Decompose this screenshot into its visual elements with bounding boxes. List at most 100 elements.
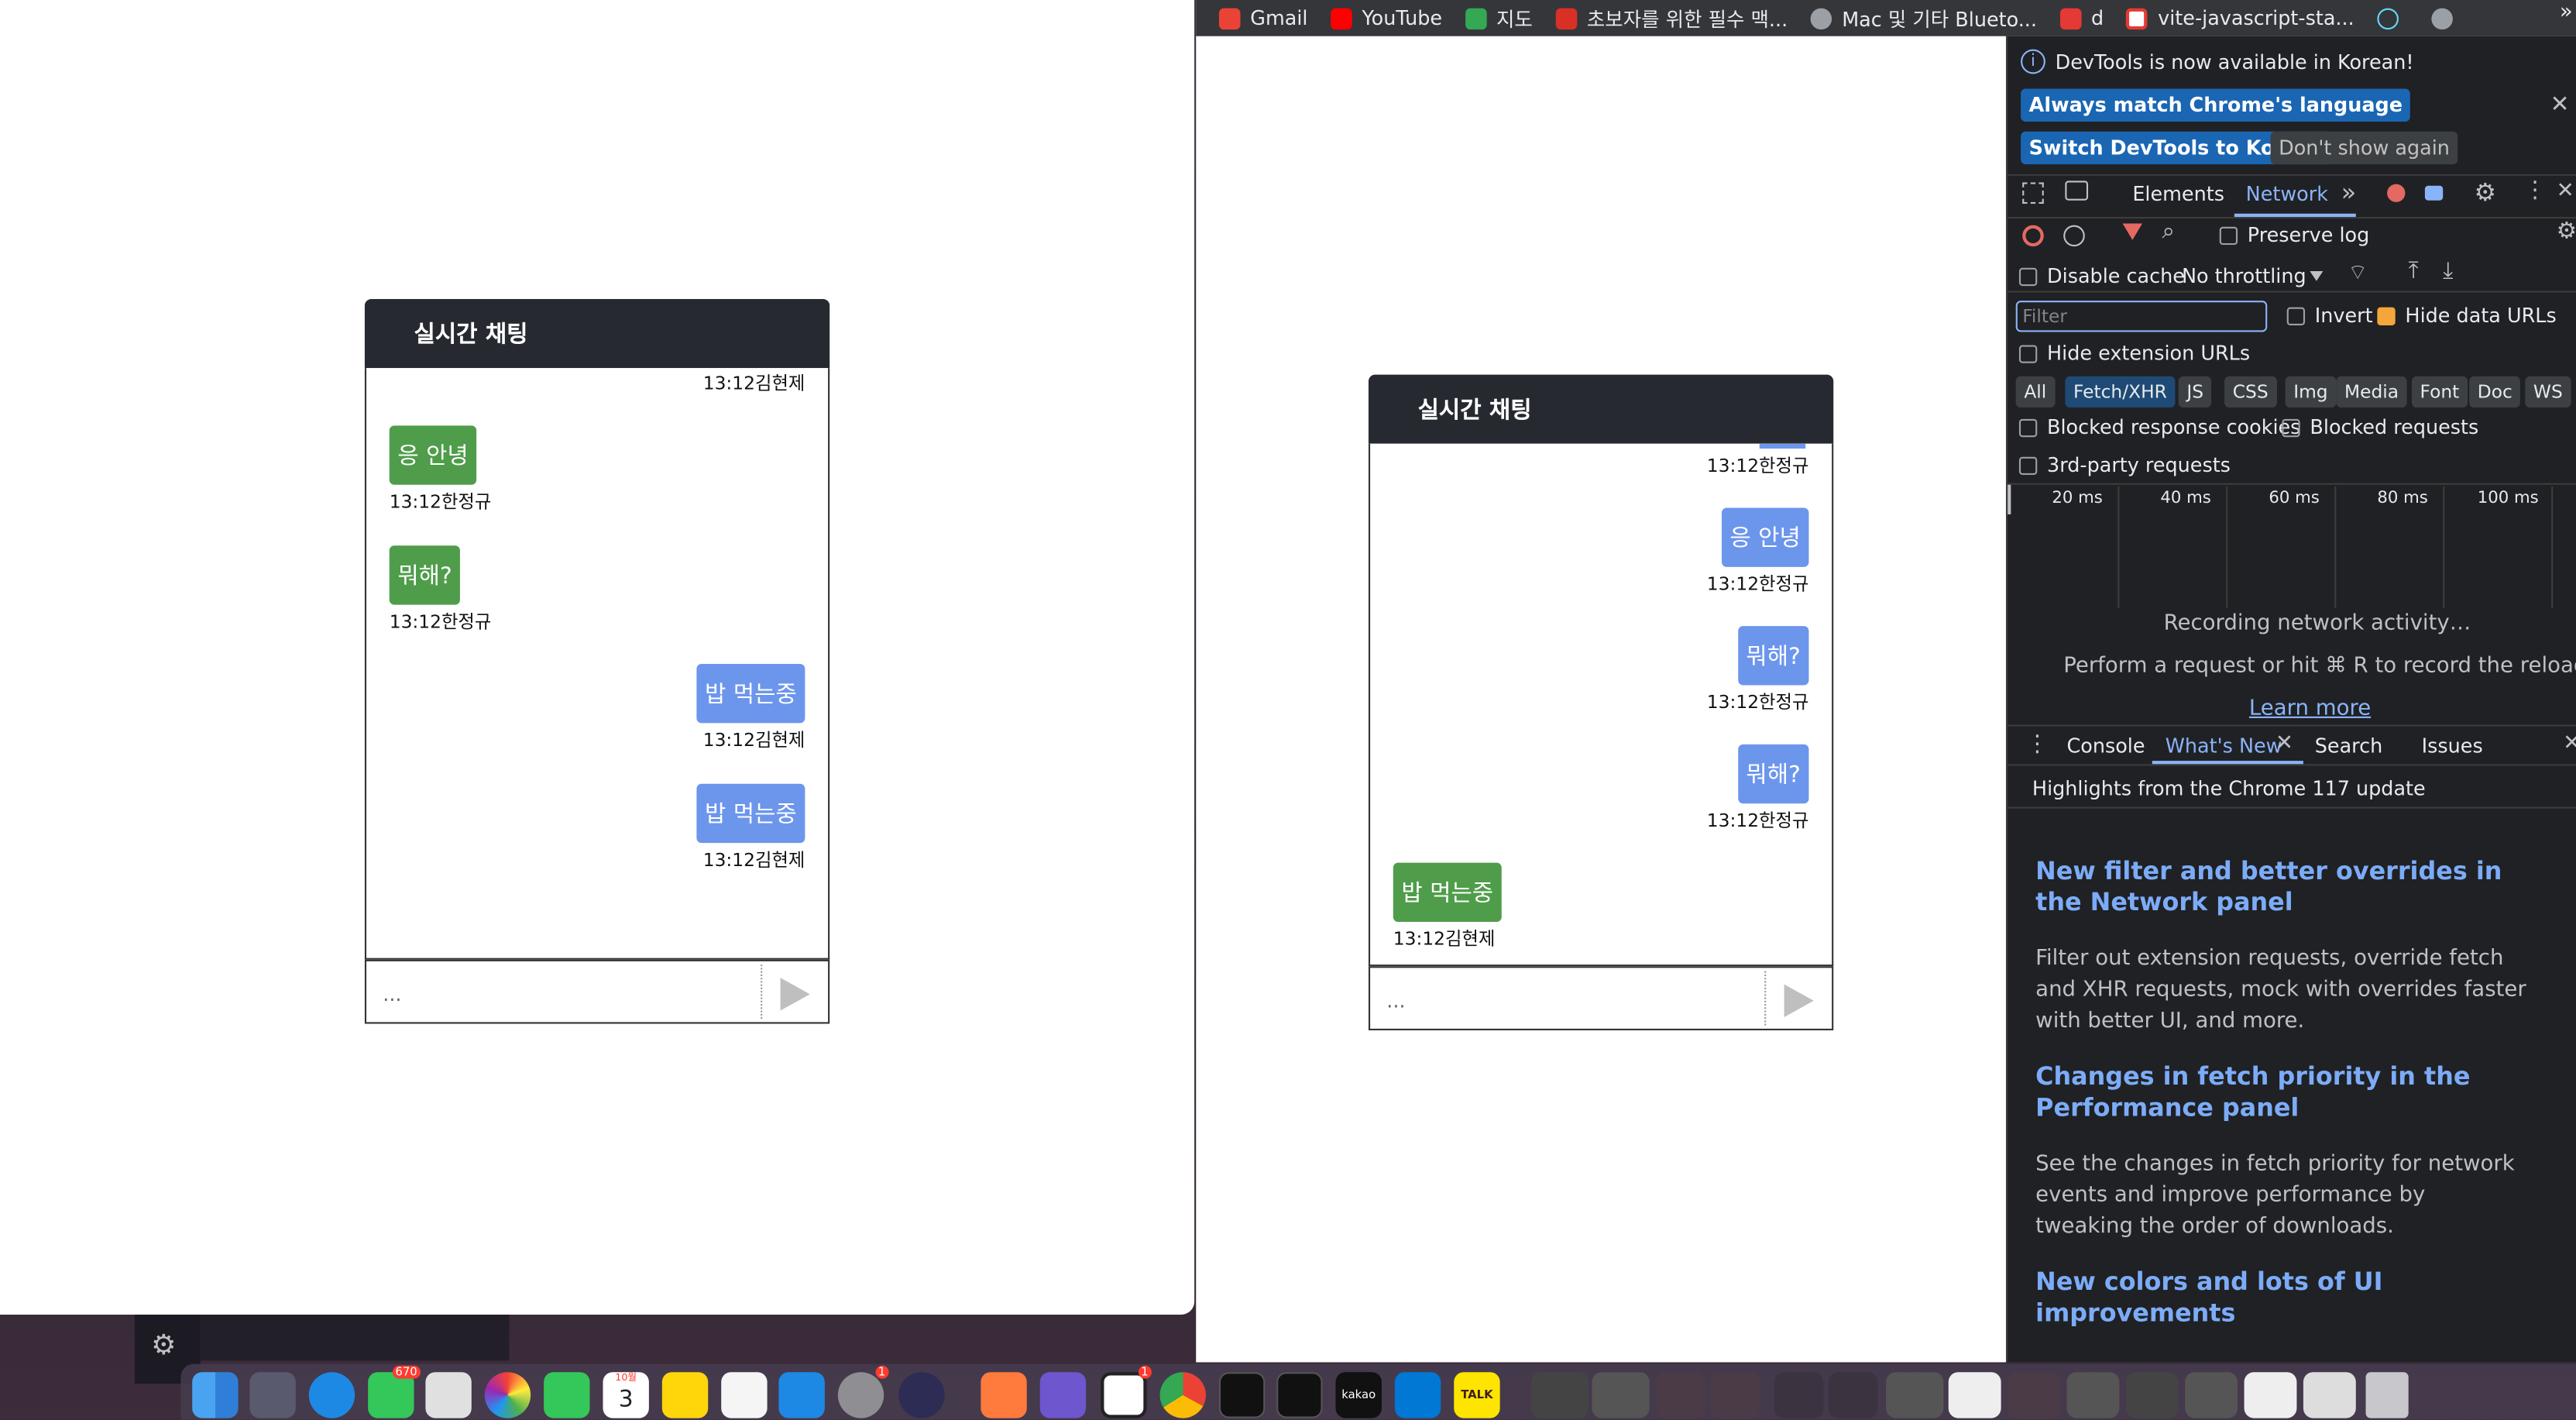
filter-chip-fetch-xhr[interactable]: Fetch/XHR [2065,376,2176,408]
always-match-language-button[interactable]: Always match Chrome's language [2021,88,2411,122]
learn-more-link[interactable]: Learn more [2249,696,2371,721]
bookmark-maps[interactable]: 지도 [1455,0,1546,36]
chevron-down-icon[interactable] [2310,270,2324,281]
dock-window-thumbnail[interactable] [1828,1372,1878,1418]
terminal-icon[interactable] [1218,1372,1266,1418]
close-icon[interactable]: ✕ [2550,92,2570,119]
close-drawer-icon[interactable]: ✕ [2563,731,2576,756]
filter-chip-doc[interactable]: Doc [2469,376,2521,408]
search-icon[interactable]: ⌕ [2162,218,2175,245]
dock-window-thumbnail[interactable] [2125,1372,2179,1418]
bookmarks-overflow-button[interactable]: » [2560,0,2573,25]
disable-cache-checkbox[interactable] [2018,267,2038,287]
drawer-tab-search[interactable]: Search [2315,734,2382,758]
dock-window-thumbnail[interactable] [1592,1372,1650,1418]
notes-icon[interactable] [661,1372,709,1418]
import-har-icon[interactable]: ⤒ [2409,258,2419,284]
send-icon[interactable] [780,978,810,1011]
hide-data-urls-checkbox[interactable] [2377,307,2396,325]
settings-gear-icon[interactable]: ⚙ [151,1329,176,1362]
invert-checkbox[interactable] [2286,307,2306,325]
close-devtools-icon[interactable]: ✕ [2557,179,2574,204]
whats-new-title[interactable]: New colors and lots of UI improvements [2035,1267,2528,1329]
blocked-response-cookies-checkbox[interactable] [2018,418,2038,438]
dock-window-thumbnail[interactable] [2185,1372,2238,1418]
dock-window-thumbnail[interactable] [1710,1372,1760,1418]
bookmark-react[interactable] [2368,0,2422,36]
filter-chip-ws[interactable]: WS [2525,376,2571,408]
throttling-select[interactable]: No throttling [2182,265,2306,288]
export-har-icon[interactable]: ⤓ [2443,258,2453,284]
filter-chip-css[interactable]: CSS [2224,376,2277,408]
device-toolbar-icon[interactable] [2065,181,2089,201]
bookmark-globe[interactable] [2422,0,2476,36]
dock-window-thumbnail[interactable] [1948,1372,2001,1418]
filter-funnel-icon[interactable] [2122,223,2143,240]
inspect-element-icon[interactable] [2022,182,2044,205]
bookmark-apple-support[interactable]: Mac 및 기타 Blueto... [1801,0,2050,36]
chat-message-list[interactable]: 13:12한정규 응 안녕 13:12한정규 뭐해? 13:12한정규 뭐해? … [1368,443,1834,967]
bookmark-d[interactable]: d [2050,0,2117,36]
chat-message-list[interactable]: 13:12김현제 응 안녕 13:12한정규 뭐해? 13:12한정규 밥 먹는… [364,368,830,960]
kakaotalk-icon[interactable]: TALK [1454,1372,1500,1418]
filter-chip-font[interactable]: Font [2411,376,2468,408]
close-tab-icon[interactable]: ✕ [2275,731,2293,756]
finder-icon[interactable] [192,1372,239,1418]
bookmark-vite[interactable]: vite-javascript-sta... [2117,0,2368,36]
safari-icon[interactable] [308,1372,355,1418]
launchpad-icon[interactable] [249,1372,296,1418]
chat-input[interactable]: ... [383,982,401,1006]
maps-icon[interactable] [425,1372,472,1418]
trash-icon[interactable] [2365,1372,2409,1418]
network-conditions-icon[interactable]: ⌔ [2348,260,2368,286]
iterm-icon[interactable] [1276,1372,1323,1418]
filter-chip-media[interactable]: Media [2336,376,2407,408]
vscode-icon[interactable] [1394,1372,1441,1418]
whats-new-title[interactable]: New filter and better overrides in the N… [2035,856,2528,919]
chat-input[interactable]: ... [1386,989,1405,1013]
calendar-icon[interactable]: 10월 3 [603,1372,649,1418]
dont-show-again-button[interactable]: Don't show again [2270,131,2458,165]
whats-new-title[interactable]: Changes in fetch priority in the Perform… [2035,1061,2528,1124]
dock-window-thumbnail[interactable] [1886,1372,1944,1418]
dock-window-thumbnail[interactable] [2066,1372,2120,1418]
postman-icon[interactable] [981,1372,1027,1418]
message-badge-icon[interactable] [2424,185,2444,201]
more-tabs-icon[interactable]: » [2341,177,2356,207]
drawer-tab-issues[interactable]: Issues [2422,734,2483,758]
dock-window-thumbnail[interactable] [1656,1372,1705,1418]
notion-icon[interactable]: 1 [1101,1365,1152,1418]
app-store-icon[interactable] [778,1372,825,1418]
drawer-menu-icon[interactable]: ⋮ [2025,731,2049,758]
filter-chip-js[interactable]: JS [2178,376,2212,408]
drawer-tab-console[interactable]: Console [2066,734,2145,758]
blocked-requests-checkbox[interactable] [2282,418,2300,438]
tab-elements[interactable]: Elements [2132,182,2224,205]
bookmark-gmail[interactable]: Gmail [1196,0,1321,36]
photos-icon[interactable] [484,1372,531,1418]
filter-input[interactable]: Filter [2015,301,2268,332]
bookmark-mac-guide[interactable]: 초보자를 위한 필수 맥... [1546,0,1801,36]
hide-extension-urls-checkbox[interactable] [2018,345,2038,363]
third-party-requests-checkbox[interactable] [2018,456,2038,476]
network-settings-icon[interactable]: ⚙ [2557,218,2576,245]
drawer-tab-whats-new[interactable]: What's New [2166,734,2282,758]
freeform-icon[interactable] [721,1372,768,1418]
dock-window-thumbnail[interactable] [1774,1372,1824,1418]
filter-chip-all[interactable]: All [2015,376,2055,408]
filter-chip-img[interactable]: Img [2285,376,2337,408]
eclipse-icon[interactable] [898,1372,945,1418]
bookmark-youtube[interactable]: YouTube [1321,0,1455,36]
clear-icon[interactable] [2063,225,2085,247]
tab-network[interactable]: Network [2246,182,2328,205]
messages-icon[interactable]: 670 [368,1365,421,1418]
chrome-icon[interactable] [1159,1372,1206,1418]
record-stop-icon[interactable] [2022,225,2044,247]
send-icon[interactable] [1784,984,1814,1018]
dock-window-thumbnail[interactable] [2244,1372,2297,1418]
kakao-entertainment-icon[interactable]: kakao [1335,1372,1382,1418]
error-badge-icon[interactable] [2387,184,2406,202]
system-settings-icon[interactable]: 1 [837,1365,889,1418]
preserve-log-checkbox[interactable] [2219,226,2238,246]
dock-window-thumbnail[interactable] [2008,1372,2060,1418]
